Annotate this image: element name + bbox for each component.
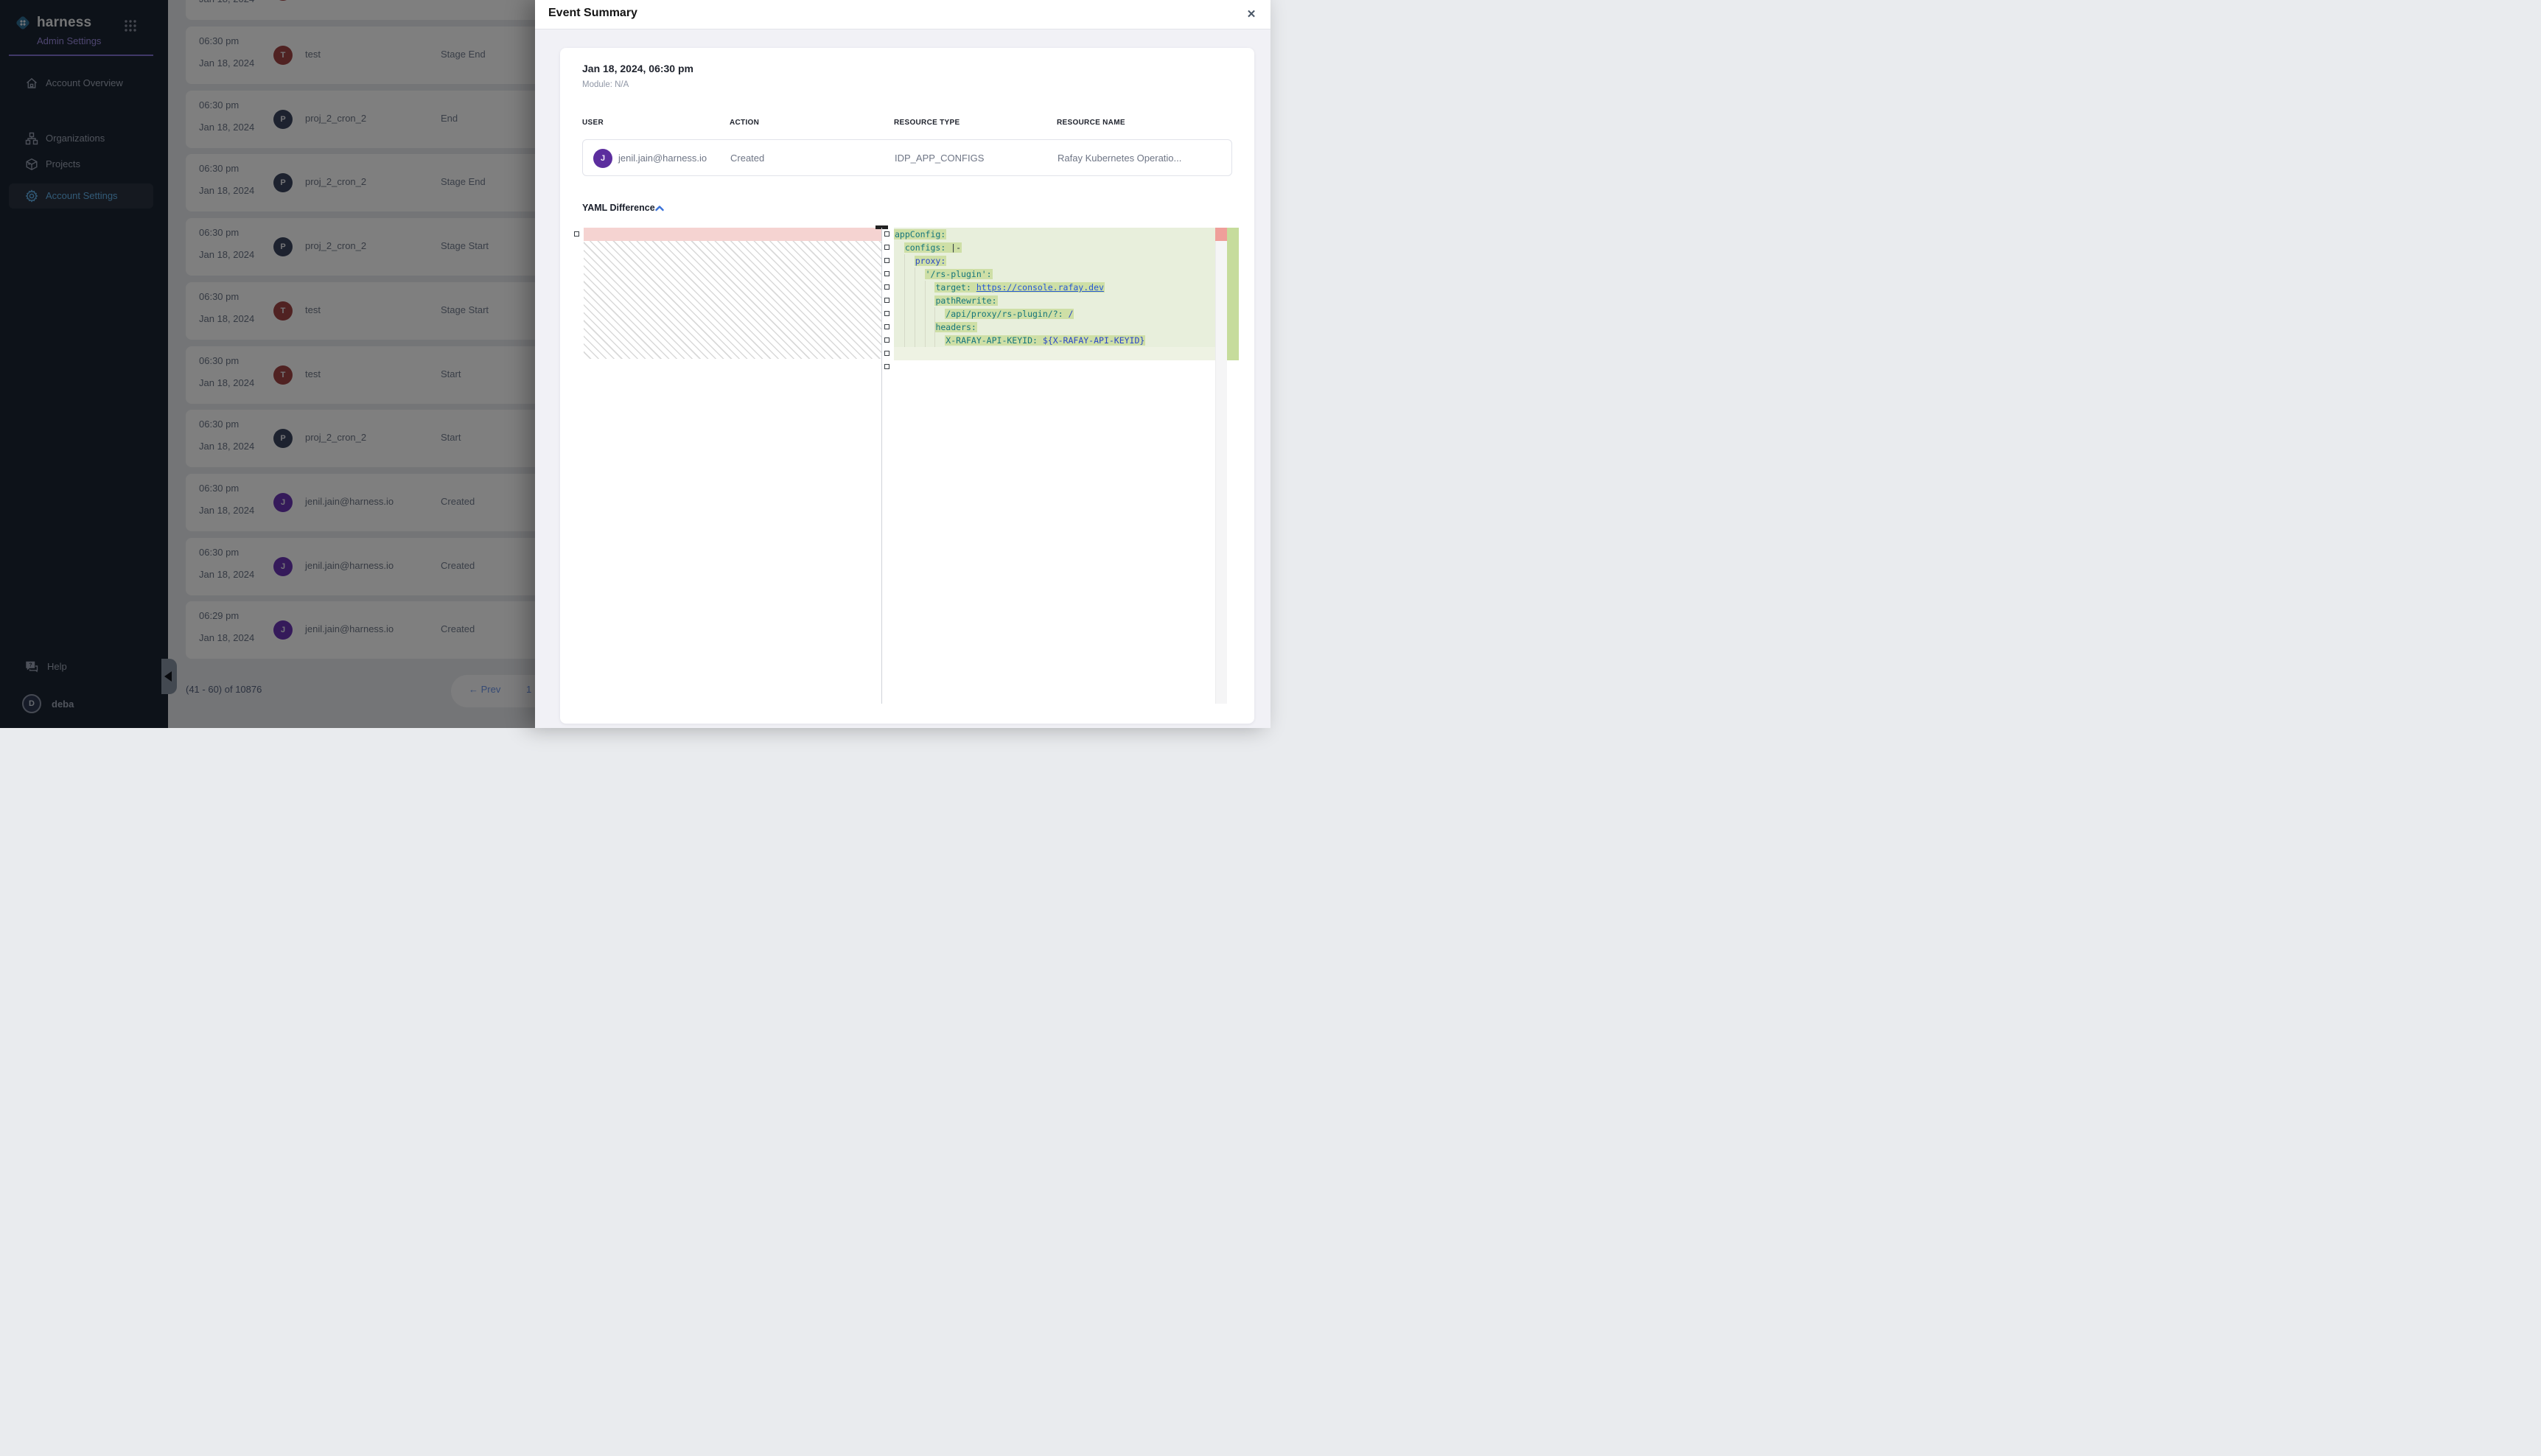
cell-resource-type: IDP_APP_CONFIGS [895, 153, 984, 164]
column-header-action: ACTION [730, 119, 759, 127]
diff-line-marker-square[interactable] [884, 337, 889, 343]
code-segment-value: / [1068, 309, 1073, 319]
diff-line-marker-square[interactable] [884, 351, 889, 356]
code-segment-key: pathRewrite: [935, 295, 996, 306]
diff-empty-hatch [584, 241, 881, 359]
chevron-up-icon[interactable] [654, 203, 665, 214]
code-segment-key: configs: [905, 242, 946, 253]
diff-line-marker-square[interactable] [884, 245, 889, 250]
diff-code-line: /api/proxy/rs-plugin/?: / [894, 307, 1215, 321]
added-char-highlight: appConfig: [894, 229, 946, 239]
diff-line-marker-square[interactable] [884, 271, 889, 276]
diff-line-marker-square[interactable] [574, 231, 579, 237]
event-summary-card: Jan 18, 2024, 06:30 pm Module: N/A USER … [560, 48, 1254, 724]
added-char-highlight: target: https://console.rafay.dev [934, 282, 1104, 293]
code-segment-key: X-RAFAY-API-KEYID: [946, 335, 1043, 346]
diff-code-line: X-RAFAY-API-KEYID: ${X-RAFAY-API-KEYID} [894, 334, 1215, 347]
added-char-highlight: proxy: [915, 256, 947, 266]
diff-scrollbar-track[interactable] [1215, 228, 1227, 704]
diff-added-code: appConfig:configs: |-proxy:'/rs-plugin':… [894, 228, 1215, 704]
code-segment-value: proxy: [915, 256, 946, 266]
overview-ruler-deleted-marker [1215, 228, 1227, 241]
diff-code-line: '/rs-plugin': [894, 267, 1215, 281]
diff-line-marker-square[interactable] [884, 311, 889, 316]
indent-guide [934, 307, 935, 347]
diff-line-marker-square[interactable] [884, 284, 889, 290]
drawer-header: Event Summary ✕ [535, 0, 1270, 29]
diff-line-marker-square[interactable] [884, 298, 889, 303]
column-header-user: USER [582, 119, 604, 127]
cell-action: Created [730, 153, 764, 164]
code-segment-dark: |- [946, 242, 961, 253]
code-segment-key: target: [935, 282, 976, 293]
code-segment-value: ${X-RAFAY-API-KEYID} [1043, 335, 1144, 346]
indent-guide [925, 281, 926, 347]
event-summary-drawer: Event Summary ✕ Jan 18, 2024, 06:30 pm M… [535, 0, 1270, 728]
code-segment-link[interactable]: https://console.rafay.dev [976, 282, 1104, 293]
diff-line-marker-square[interactable] [884, 258, 889, 263]
diff-code-line: pathRewrite: [894, 294, 1215, 307]
diff-line-marker-square[interactable] [884, 364, 889, 369]
cell-user: jenil.jain@harness.io [618, 153, 707, 164]
diff-line-marker-square[interactable] [884, 324, 889, 329]
diff-code-line: proxy: [894, 254, 1215, 267]
diff-code-line: target: https://console.rafay.dev [894, 281, 1215, 294]
diff-code-line: configs: |- [894, 241, 1215, 254]
modal-scrim[interactable] [0, 0, 535, 728]
yaml-diff-viewer: appConfig:configs: |-proxy:'/rs-plugin':… [572, 228, 1239, 704]
column-header-resource-type: RESOURCE TYPE [894, 119, 960, 127]
code-segment-key: appConfig: [895, 229, 946, 239]
avatar: J [593, 149, 612, 168]
event-date: Jan 18, 2024, 06:30 pm [582, 63, 693, 74]
diff-code-line [894, 347, 1215, 360]
close-icon[interactable]: ✕ [1242, 6, 1260, 24]
diff-line-marker-square[interactable] [884, 231, 889, 237]
diff-code-line: headers: [894, 321, 1215, 334]
event-table-row: J jenil.jain@harness.io Created IDP_APP_… [582, 139, 1232, 176]
cell-resource-name: Rafay Kubernetes Operatio... [1058, 153, 1181, 164]
code-segment-key: /api/proxy/rs-plugin/?: [946, 309, 1068, 319]
indent-guide [904, 254, 905, 347]
added-char-highlight: '/rs-plugin': [925, 269, 993, 279]
drawer-title: Event Summary [548, 7, 637, 20]
yaml-difference-label[interactable]: YAML Difference [582, 203, 655, 213]
diff-code-line: appConfig: [894, 228, 1215, 241]
added-char-highlight: headers: [934, 322, 976, 332]
deleted-line-highlight [584, 228, 881, 241]
overview-ruler-added-marker [1227, 228, 1239, 360]
code-segment-key: '/rs-plugin': [926, 269, 992, 279]
added-char-highlight: configs: |- [904, 242, 962, 253]
added-char-highlight: pathRewrite: [934, 295, 997, 306]
event-module: Module: N/A [582, 80, 629, 89]
added-char-highlight: /api/proxy/rs-plugin/?: / [945, 309, 1074, 319]
column-header-resource-name: RESOURCE NAME [1057, 119, 1125, 127]
added-char-highlight: X-RAFAY-API-KEYID: ${X-RAFAY-API-KEYID} [945, 335, 1145, 346]
code-segment-key: headers: [935, 322, 976, 332]
diff-deleted-pane [584, 228, 881, 359]
diff-left-gutter [572, 228, 584, 359]
